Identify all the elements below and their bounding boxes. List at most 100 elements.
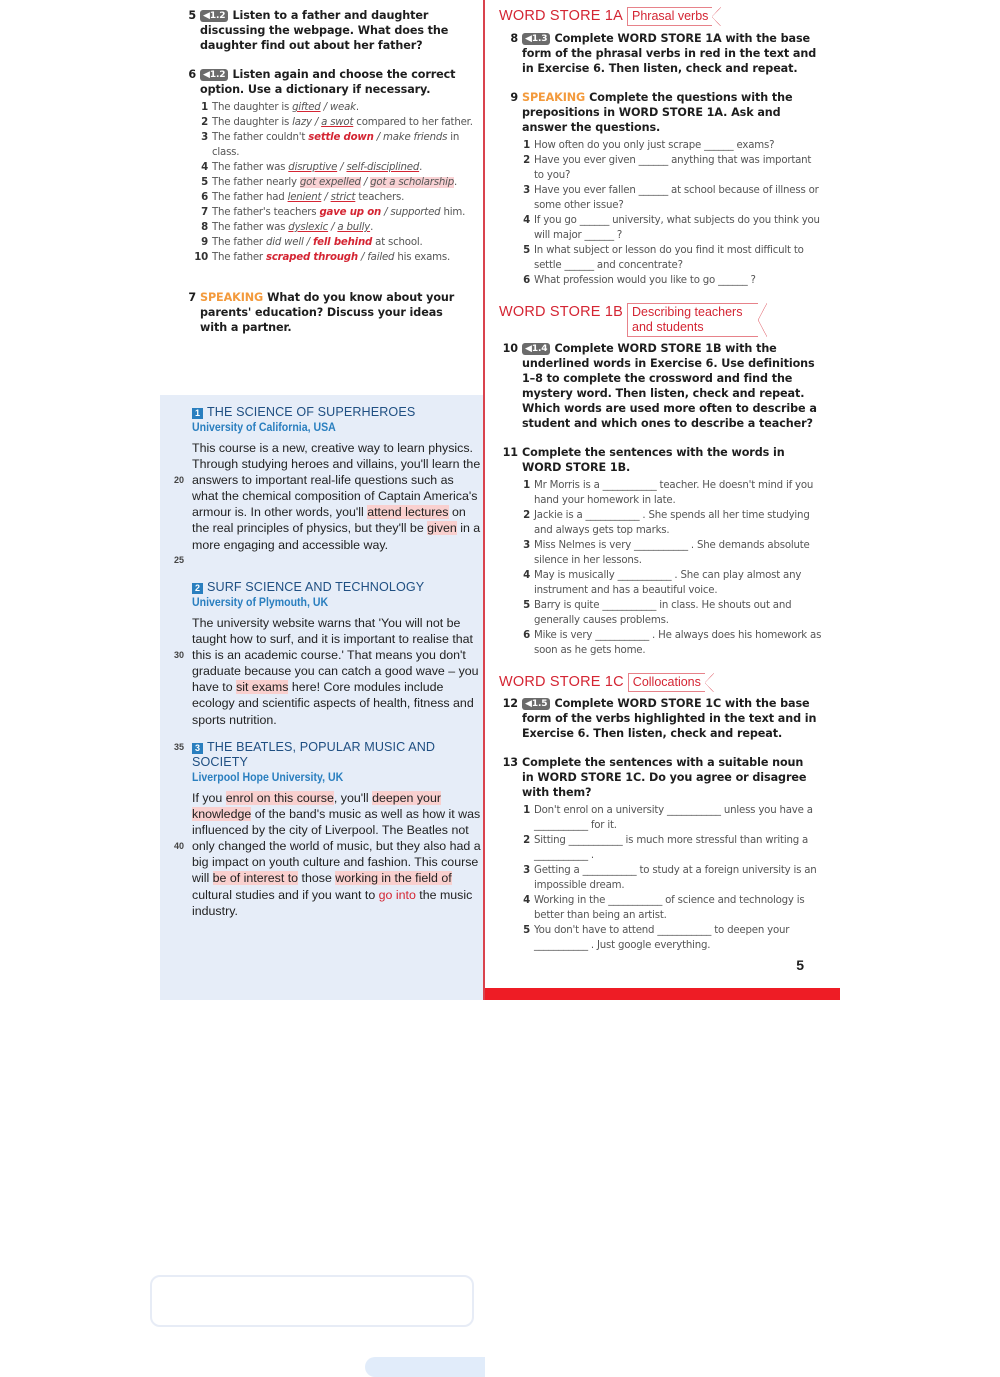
option-a[interactable]: got expelled xyxy=(299,177,361,188)
article-surf-science: 2 SURF SCIENCE AND TECHNOLOGY University … xyxy=(174,580,482,728)
option-b[interactable]: strict xyxy=(331,192,356,203)
option-item: 6 The father had lenient / strict teacher… xyxy=(200,190,480,205)
exercise-number: 12 xyxy=(502,697,518,710)
option-a[interactable]: gave up on xyxy=(319,207,381,218)
option-a[interactable]: scraped through xyxy=(266,252,358,263)
option-b[interactable]: supported xyxy=(390,207,440,218)
exercise-7: 7 SPEAKING What do you know about your pa… xyxy=(188,290,470,335)
item-text: May is musically ___________ . She can p… xyxy=(534,570,802,596)
exercise-number: 9 xyxy=(510,91,518,104)
list-item: 5 In what subject or lesson do you find i… xyxy=(522,243,822,273)
item-text: You don't have to attend ___________ to … xyxy=(534,925,790,951)
line-number: 40 xyxy=(174,841,185,851)
option-a[interactable]: lazy xyxy=(292,117,312,128)
item-number: 1 xyxy=(523,805,530,816)
option-b[interactable]: a bully xyxy=(337,222,370,233)
item-number: 3 xyxy=(523,540,530,551)
audio-track-icon[interactable]: ◀1.3 xyxy=(522,33,551,45)
exercise-number: 6 xyxy=(188,68,196,81)
option-a[interactable]: lenient xyxy=(288,192,322,203)
item-text: . xyxy=(419,162,423,173)
article-title: 3 THE BEATLES, POPULAR MUSIC AND SOCIETY xyxy=(192,740,483,770)
exercise-instruction: Listen again and choose the correct opti… xyxy=(200,68,456,96)
speaking-label: SPEAKING xyxy=(200,291,264,304)
item-number: 2 xyxy=(523,155,530,166)
list-item: 2 Jackie is a ___________ . She spends al… xyxy=(522,508,822,538)
line-number: 30 xyxy=(174,650,185,660)
audio-track-icon[interactable]: ◀1.4 xyxy=(522,343,551,355)
speaking-label: SPEAKING xyxy=(522,91,586,104)
option-separator: / xyxy=(373,132,383,143)
item-number: 4 xyxy=(523,215,530,226)
option-b[interactable]: make friends xyxy=(383,132,447,143)
option-item: 2 The daughter is lazy / a swot compared … xyxy=(200,115,480,130)
item-text: Sitting ___________ is much more stressf… xyxy=(534,835,809,861)
list-item: 1 How often do you only just scrape _____… xyxy=(522,138,822,153)
article-title: 2 SURF SCIENCE AND TECHNOLOGY xyxy=(192,580,482,595)
list-item: 3 Getting a ___________ to study at a for… xyxy=(522,863,822,893)
exercise-9: 9 SPEAKING Complete the questions with th… xyxy=(510,90,822,135)
item-number: 6 xyxy=(523,275,530,286)
item-text: Have you ever fallen ______ at school be… xyxy=(534,185,819,211)
item-text: Barry is quite ___________ in class. He … xyxy=(534,600,792,626)
list-item: 5 You don't have to attend ___________ to… xyxy=(522,923,822,953)
exercise-13: 13 Complete the sentences with a suitabl… xyxy=(503,755,812,800)
list-item: 3 Have you ever fallen ______ at school b… xyxy=(522,183,822,213)
option-item: 3 The father couldn't settle down / make … xyxy=(200,130,480,160)
audio-track-icon[interactable]: ◀1.2 xyxy=(200,69,229,81)
line-number: 35 xyxy=(174,742,185,752)
option-b[interactable]: self-disciplined xyxy=(346,162,419,173)
page-number: 5 xyxy=(796,957,804,973)
exercise-13-sentences: 1 Don't enrol on a university ___________… xyxy=(522,803,822,953)
item-number: 4 xyxy=(523,570,530,581)
textbook-page: 5 ◀1.2 Listen to a father and daughter di… xyxy=(150,0,840,1377)
item-text: The father xyxy=(212,237,266,248)
option-b[interactable]: a swot xyxy=(321,117,353,128)
item-number: 6 xyxy=(523,630,530,641)
audio-track-icon[interactable]: ◀1.2 xyxy=(200,10,229,22)
article-title-text: THE SCIENCE OF SUPERHEROES xyxy=(207,405,416,419)
option-item: 10 The father scraped through / failed hi… xyxy=(194,250,480,265)
item-text: In what subject or lesson do you find it… xyxy=(534,245,804,271)
option-b[interactable]: weak xyxy=(330,102,356,113)
exercise-11: 11 Complete the sentences with the words… xyxy=(503,445,802,475)
highlighted-phrase: working in the field of xyxy=(335,871,452,886)
option-b[interactable]: fell behind xyxy=(313,237,372,248)
item-text: Getting a ___________ to study at a fore… xyxy=(534,865,817,891)
item-text: The father nearly xyxy=(212,177,300,188)
item-text: The father had xyxy=(212,192,288,203)
red-phrasal-verb: go into xyxy=(378,887,416,902)
item-number: 6 xyxy=(201,192,208,203)
exercise-number: 13 xyxy=(502,756,518,769)
article-university: Liverpool Hope University, UK xyxy=(192,770,344,784)
item-number: 7 xyxy=(201,207,208,218)
option-a[interactable]: did well xyxy=(266,237,304,248)
line-number: 20 xyxy=(174,475,185,485)
option-separator: / xyxy=(321,192,331,203)
item-number: 10 xyxy=(194,252,208,263)
highlighted-phrase: sit exams xyxy=(236,680,289,695)
option-a[interactable]: dyslexic xyxy=(288,222,328,233)
item-text: Working in the ___________ of science an… xyxy=(534,895,805,921)
item-text: If you go ______ university, what subjec… xyxy=(534,215,820,241)
item-number: 8 xyxy=(201,222,208,233)
option-a[interactable]: settle down xyxy=(308,132,374,143)
exercise-6: 6 ◀1.2 Listen again and choose the correc… xyxy=(188,67,480,97)
word-store-1c-heading: WORD STORE 1C Collocations xyxy=(499,673,714,692)
option-b[interactable]: failed xyxy=(367,252,394,263)
option-a[interactable]: gifted xyxy=(292,102,321,113)
item-number: 4 xyxy=(201,162,208,173)
item-text: . xyxy=(370,222,374,233)
option-a[interactable]: disruptive xyxy=(288,162,337,173)
option-b[interactable]: got a scholarship xyxy=(370,177,454,188)
item-text: How often do you only just scrape ______… xyxy=(534,140,775,151)
highlighted-phrase: be of interest to xyxy=(212,871,299,886)
list-item: 1 Don't enrol on a university ___________… xyxy=(522,803,822,833)
article-university: University of Plymouth, UK xyxy=(192,595,329,609)
item-number: 3 xyxy=(523,865,530,876)
article-title: 1 THE SCIENCE OF SUPERHEROES xyxy=(192,405,482,420)
item-number: 5 xyxy=(523,925,530,936)
audio-track-icon[interactable]: ◀1.5 xyxy=(522,698,551,710)
item-text: Mike is very ___________ . He always doe… xyxy=(534,630,822,656)
list-item: 5 Barry is quite ___________ in class. He… xyxy=(522,598,822,628)
